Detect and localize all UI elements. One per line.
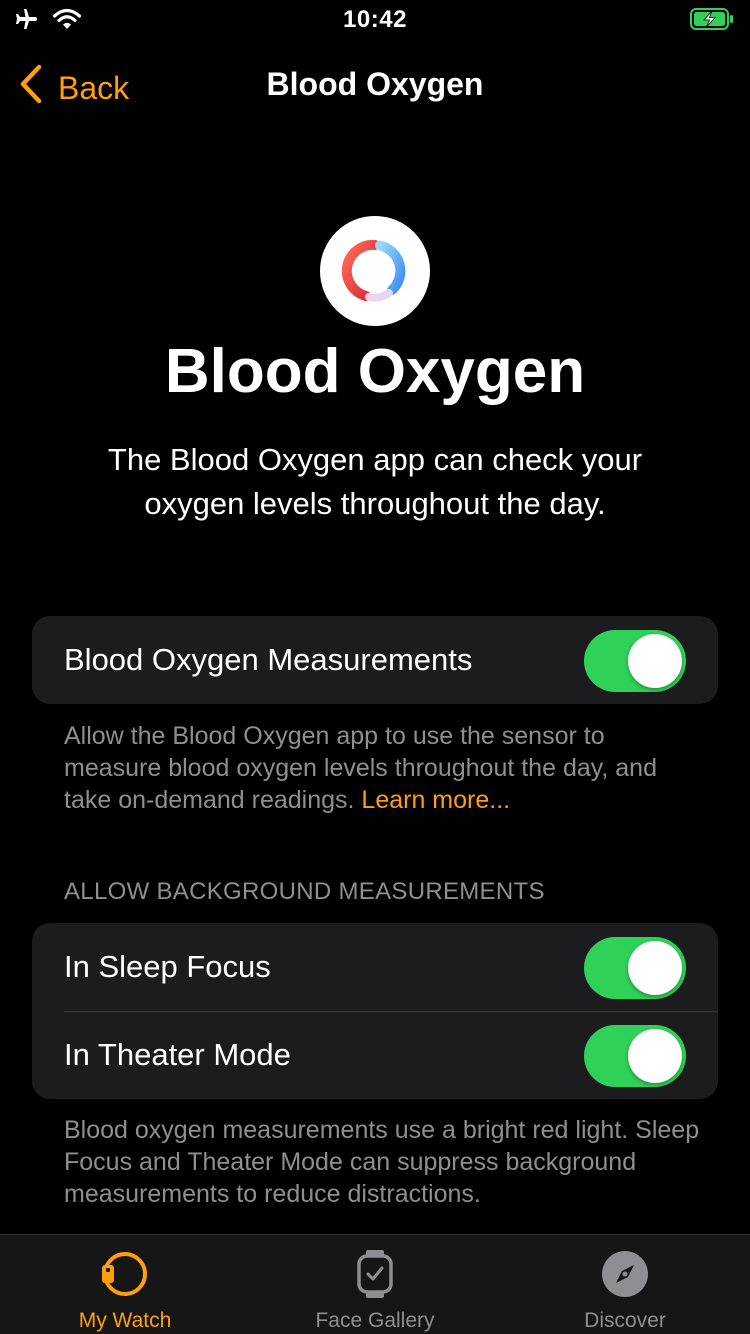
sleep-focus-row: In Sleep Focus [32, 923, 718, 1011]
sleep-focus-toggle[interactable] [584, 937, 686, 999]
background-footnote: Blood oxygen measurements use a bright r… [64, 1116, 700, 1208]
learn-more-link[interactable]: Learn more... [361, 786, 510, 814]
hero-description: The Blood Oxygen app can check your oxyg… [107, 442, 643, 521]
face-gallery-icon [250, 1247, 500, 1301]
theater-mode-row: In Theater Mode [32, 1011, 718, 1099]
tab-discover[interactable]: Discover [500, 1247, 750, 1333]
theater-mode-toggle[interactable] [584, 1025, 686, 1087]
battery-charging-icon [690, 8, 734, 30]
measurements-row: Blood Oxygen Measurements [32, 616, 718, 704]
toggle-knob [628, 634, 682, 688]
sleep-focus-label: In Sleep Focus [64, 949, 271, 984]
status-bar: 10:42 [0, 0, 750, 40]
background-group: In Sleep Focus In Theater Mode [32, 923, 718, 1099]
measurements-toggle[interactable] [584, 630, 686, 692]
blood-oxygen-app-icon [320, 216, 430, 326]
my-watch-icon [0, 1247, 250, 1301]
tab-label: My Watch [78, 1309, 172, 1332]
compass-icon [500, 1247, 750, 1301]
tab-label: Face Gallery [315, 1309, 435, 1332]
theater-mode-label: In Theater Mode [64, 1037, 291, 1072]
status-time: 10:42 [343, 6, 407, 33]
navigation-bar: Back Blood Oxygen [0, 50, 750, 120]
hero-title: Blood Oxygen [164, 337, 586, 406]
tab-face-gallery[interactable]: Face Gallery [250, 1247, 500, 1333]
measurements-label: Blood Oxygen Measurements [64, 642, 473, 677]
tab-my-watch[interactable]: My Watch [0, 1247, 250, 1333]
nav-title: Blood Oxygen [266, 66, 484, 102]
tab-label: Discover [584, 1309, 666, 1332]
measurements-group: Blood Oxygen Measurements [32, 616, 718, 704]
toggle-knob [628, 1029, 682, 1083]
measurements-footnote: Allow the Blood Oxygen app to use the se… [64, 720, 704, 816]
tab-bar: My Watch Face Gallery Discover [0, 1234, 750, 1334]
toggle-knob [628, 941, 682, 995]
section-header: ALLOW BACKGROUND MEASUREMENTS [64, 878, 545, 905]
